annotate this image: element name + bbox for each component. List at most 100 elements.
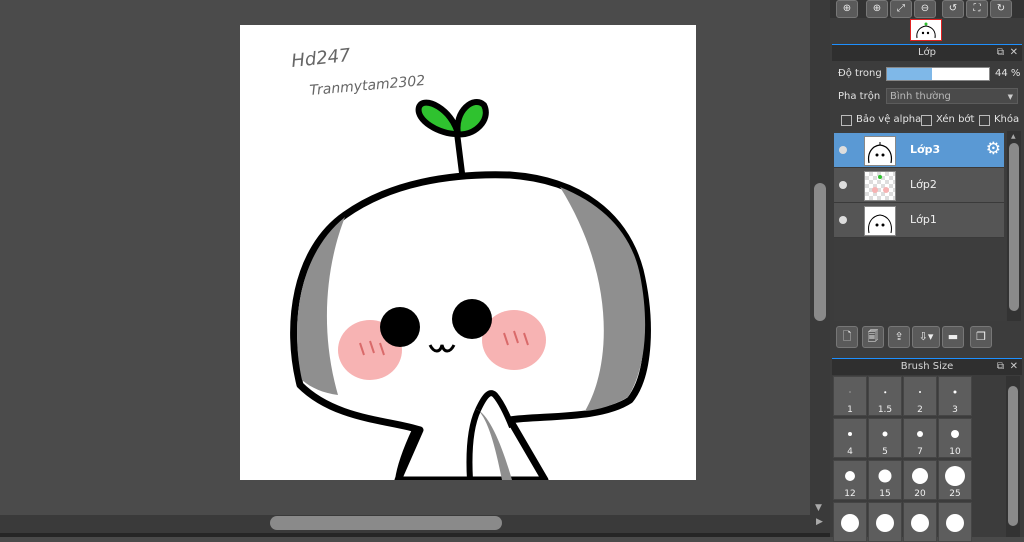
layer-thumbnail <box>864 206 896 236</box>
drawing-canvas[interactable]: Hd247 Tranmytam2302 <box>240 25 696 480</box>
brush-size-label: 3 <box>952 405 958 415</box>
sprout-stem <box>454 130 465 176</box>
rotate-left-button[interactable]: ↺ <box>942 0 964 18</box>
close-icon[interactable]: ✕ <box>1010 359 1018 375</box>
brush-size-cell[interactable] <box>903 502 937 542</box>
opacity-slider[interactable] <box>886 67 990 81</box>
brush-size-scrollbar[interactable] <box>1006 376 1020 537</box>
scroll-right-arrow-icon[interactable]: ▶ <box>816 517 823 527</box>
zoom-plus-icon: ⊕ <box>872 3 882 14</box>
fit-icon: ⤢ <box>897 3 905 14</box>
zoom-in-alt-button[interactable]: ⊕ <box>866 0 888 18</box>
brush-size-cell[interactable]: 10 <box>938 418 972 458</box>
canvas-horizontal-scrollbar[interactable]: ▶ <box>0 515 830 533</box>
brush-size-dot-icon <box>951 430 959 438</box>
brush-size-cell[interactable] <box>868 502 902 542</box>
brush-size-label: 1.5 <box>877 405 893 415</box>
visibility-eye-icon[interactable] <box>839 146 847 154</box>
blend-mode-select[interactable]: Bình thường ▼ <box>886 88 1018 104</box>
reset-view-button[interactable]: ⛶ <box>966 0 988 18</box>
brush-size-dot-icon <box>953 390 957 394</box>
layer-thumbnail <box>864 136 896 166</box>
zoom-in-button[interactable]: ⊕ <box>836 0 858 18</box>
layer-list: Lớp3 ⚙ Lớp2 Lớp1 <box>834 131 1006 321</box>
canvas-vertical-scroll-thumb[interactable] <box>814 183 826 321</box>
scroll-down-arrow-icon[interactable]: ▼ <box>815 503 822 513</box>
navigator-thumbnail[interactable] <box>910 19 942 41</box>
brush-size-label: 12 <box>844 489 856 499</box>
brush-size-panel-title: Brush Size <box>900 361 954 372</box>
visibility-eye-icon[interactable] <box>839 181 847 189</box>
close-icon[interactable]: ✕ <box>1010 45 1018 61</box>
sprout-leaf-left <box>415 99 462 137</box>
duplicate-layer-button[interactable]: ❐ <box>970 326 992 348</box>
brush-size-dot-icon <box>876 514 894 532</box>
brush-size-scroll-thumb[interactable] <box>1008 386 1018 526</box>
merge-layer-dropdown-button[interactable]: ⇩▾ <box>912 326 940 348</box>
navigator-toolbar: ⊕ ⊕ ⤢ ⊖ ↺ ⛶ ↻ <box>830 0 1024 18</box>
canvas-vertical-scrollbar[interactable]: ▼ <box>810 0 830 515</box>
zoom-out-button[interactable]: ⊖ <box>914 0 936 18</box>
protect-alpha-label: Bảo vệ alpha <box>856 114 922 125</box>
layer-name[interactable]: Lớp1 <box>910 213 937 226</box>
brush-size-dot-icon <box>912 468 928 484</box>
brush-size-cell[interactable]: 25 <box>938 460 972 500</box>
rotate-left-icon: ↺ <box>948 3 958 14</box>
brush-size-dot-icon <box>845 471 855 481</box>
brush-size-label: 20 <box>914 489 926 499</box>
undock-icon[interactable]: ⧉ <box>997 359 1004 375</box>
brush-size-cell[interactable]: 12 <box>833 460 867 500</box>
navigator-preview[interactable] <box>830 18 1024 42</box>
brush-size-cell[interactable] <box>833 502 867 542</box>
brush-size-cell[interactable]: 2 <box>903 376 937 416</box>
fit-window-button[interactable]: ⤢ <box>890 0 912 18</box>
sprout-leaf-right <box>454 99 489 138</box>
brush-size-dot-icon <box>882 431 888 437</box>
new-layer-button[interactable]: 🗋 <box>836 326 858 348</box>
layer-row-lop3[interactable]: Lớp3 ⚙ <box>834 133 1004 168</box>
layer-row-lop2[interactable]: Lớp2 <box>834 168 1004 203</box>
brush-size-dot-icon <box>945 466 965 486</box>
brush-size-cell[interactable]: 1.5 <box>868 376 902 416</box>
layer-row-lop1[interactable]: Lớp1 <box>834 203 1004 238</box>
visibility-eye-icon[interactable] <box>839 216 847 224</box>
brush-size-cell[interactable]: 1 <box>833 376 867 416</box>
navigator-thumbnail-image <box>916 22 936 39</box>
chevron-down-icon: ▼ <box>1007 93 1013 101</box>
left-eye <box>380 307 420 347</box>
layer-toolbar: 🗋 🗐 ⇪ ⇩▾ ▬ ❐ <box>834 326 1024 348</box>
brush-size-cell[interactable]: 3 <box>938 376 972 416</box>
brush-size-cell[interactable]: 7 <box>903 418 937 458</box>
gear-icon[interactable]: ⚙ <box>986 139 1001 159</box>
canvas-workspace[interactable]: Hd247 Tranmytam2302 <box>0 0 810 515</box>
new-folder-button[interactable]: ▬ <box>942 326 964 348</box>
layer-list-scrollbar[interactable]: ▲ <box>1007 131 1021 321</box>
signature-tranmytam: Tranmytam2302 <box>309 73 426 99</box>
brush-size-label: 4 <box>847 447 853 457</box>
layer-name[interactable]: Lớp2 <box>910 178 937 191</box>
rotate-right-button[interactable]: ↻ <box>990 0 1012 18</box>
merge-icon: ⇩▾ <box>918 330 934 343</box>
brush-size-dot-icon <box>884 391 886 393</box>
brush-size-cell[interactable]: 20 <box>903 460 937 500</box>
brush-size-cell[interactable]: 15 <box>868 460 902 500</box>
rotate-right-icon: ↻ <box>996 3 1006 14</box>
brush-size-cell[interactable]: 4 <box>833 418 867 458</box>
scroll-up-arrow-icon[interactable]: ▲ <box>1011 133 1016 140</box>
undock-icon[interactable]: ⧉ <box>997 45 1004 61</box>
layer-list-scroll-thumb[interactable] <box>1009 143 1019 311</box>
clipping-checkbox[interactable] <box>921 115 932 126</box>
brush-size-panel-header: Brush Size ⧉ ✕ <box>832 358 1022 375</box>
import-layer-button[interactable]: ⇪ <box>888 326 910 348</box>
canvas-horizontal-scroll-thumb[interactable] <box>270 516 502 530</box>
brush-size-label: 7 <box>917 447 923 457</box>
protect-alpha-checkbox[interactable] <box>841 115 852 126</box>
brush-size-dot-icon <box>911 514 929 532</box>
layer-name[interactable]: Lớp3 <box>910 143 940 156</box>
brush-size-cell[interactable] <box>938 502 972 542</box>
brush-size-label: 15 <box>879 489 891 499</box>
brush-size-label: 2 <box>917 405 923 415</box>
lock-checkbox[interactable] <box>979 115 990 126</box>
brush-size-cell[interactable]: 5 <box>868 418 902 458</box>
new-special-layer-button[interactable]: 🗐 <box>862 326 884 348</box>
